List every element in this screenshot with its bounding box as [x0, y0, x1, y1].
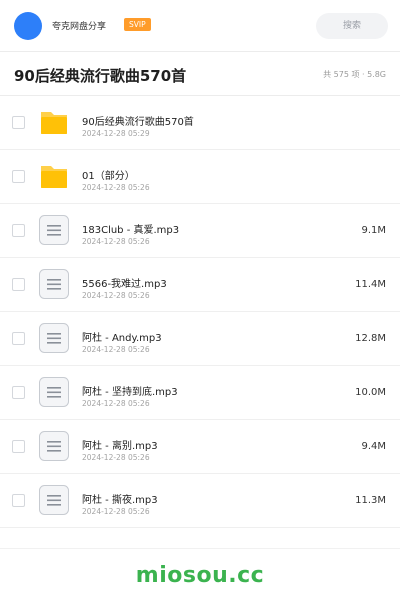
file-size: 10.0M	[355, 387, 386, 398]
document-icon	[39, 431, 69, 461]
svip-badge: SVIP	[124, 18, 151, 31]
document-icon	[39, 377, 69, 407]
list-item[interactable]: 阿杜 - 撕夜.mp3 2024-12-28 05:26 11.3M	[0, 474, 400, 528]
folder-icon	[41, 166, 67, 188]
file-size: 9.1M	[361, 225, 386, 236]
file-name[interactable]: 01（部分）	[82, 167, 135, 182]
file-name[interactable]: 阿杜 - 撕夜.mp3	[82, 491, 158, 506]
avatar[interactable]	[14, 12, 42, 40]
file-name[interactable]: 90后经典流行歌曲570首	[82, 113, 194, 128]
user-name[interactable]: 夸克网盘分享	[52, 19, 106, 32]
checkbox[interactable]	[12, 440, 25, 453]
folder-icon	[41, 112, 67, 134]
file-size: 9.4M	[361, 441, 386, 452]
top-bar: 夸克网盘分享 SVIP 搜索	[0, 0, 400, 52]
checkbox[interactable]	[12, 278, 25, 291]
file-name[interactable]: 阿杜 - Andy.mp3	[82, 329, 162, 344]
file-name[interactable]: 阿杜 - 坚持到底.mp3	[82, 383, 178, 398]
file-date: 2024-12-28 05:26	[82, 507, 150, 516]
list-item[interactable]: 阿杜 - Andy.mp3 2024-12-28 05:26 12.8M	[0, 312, 400, 366]
document-icon	[39, 269, 69, 299]
file-date: 2024-12-28 05:29	[82, 129, 150, 138]
checkbox[interactable]	[12, 494, 25, 507]
file-name[interactable]: 183Club - 真爱.mp3	[82, 221, 179, 236]
list-item[interactable]: 183Club - 真爱.mp3 2024-12-28 05:26 9.1M	[0, 204, 400, 258]
file-size: 12.8M	[355, 333, 386, 344]
list-item[interactable]: 阿杜 - 坚持到底.mp3 2024-12-28 05:26 10.0M	[0, 366, 400, 420]
folder-header: 90后经典流行歌曲570首 共 575 项 · 5.8G	[0, 52, 400, 96]
folder-meta: 共 575 项 · 5.8G	[323, 70, 386, 79]
file-size: 11.4M	[355, 279, 386, 290]
checkbox[interactable]	[12, 332, 25, 345]
file-date: 2024-12-28 05:26	[82, 345, 150, 354]
file-date: 2024-12-28 05:26	[82, 399, 150, 408]
checkbox[interactable]	[12, 224, 25, 237]
file-size: 11.3M	[355, 495, 386, 506]
list-item[interactable]: 01（部分） 2024-12-28 05:26	[0, 150, 400, 204]
file-date: 2024-12-28 05:26	[82, 291, 150, 300]
list-item[interactable]: 5566-我难过.mp3 2024-12-28 05:26 11.4M	[0, 258, 400, 312]
watermark-text: miosou.cc	[135, 563, 265, 588]
file-name[interactable]: 阿杜 - 离别.mp3	[82, 437, 158, 452]
file-date: 2024-12-28 05:26	[82, 237, 150, 246]
checkbox[interactable]	[12, 116, 25, 129]
file-date: 2024-12-28 05:26	[82, 183, 150, 192]
page-title: 90后经典流行歌曲570首	[14, 67, 187, 85]
list-item[interactable]: 阿杜 - 离别.mp3 2024-12-28 05:26 9.4M	[0, 420, 400, 474]
checkbox[interactable]	[12, 170, 25, 183]
file-name[interactable]: 5566-我难过.mp3	[82, 275, 167, 290]
document-icon	[39, 215, 69, 245]
file-date: 2024-12-28 05:26	[82, 453, 150, 462]
checkbox[interactable]	[12, 386, 25, 399]
document-icon	[39, 323, 69, 353]
watermark-bar: miosou.cc	[0, 548, 400, 600]
list-item[interactable]: 90后经典流行歌曲570首 2024-12-28 05:29	[0, 96, 400, 150]
search-button[interactable]: 搜索	[316, 13, 388, 39]
file-list: 90后经典流行歌曲570首 2024-12-28 05:29 01（部分） 20…	[0, 96, 400, 528]
document-icon	[39, 485, 69, 515]
